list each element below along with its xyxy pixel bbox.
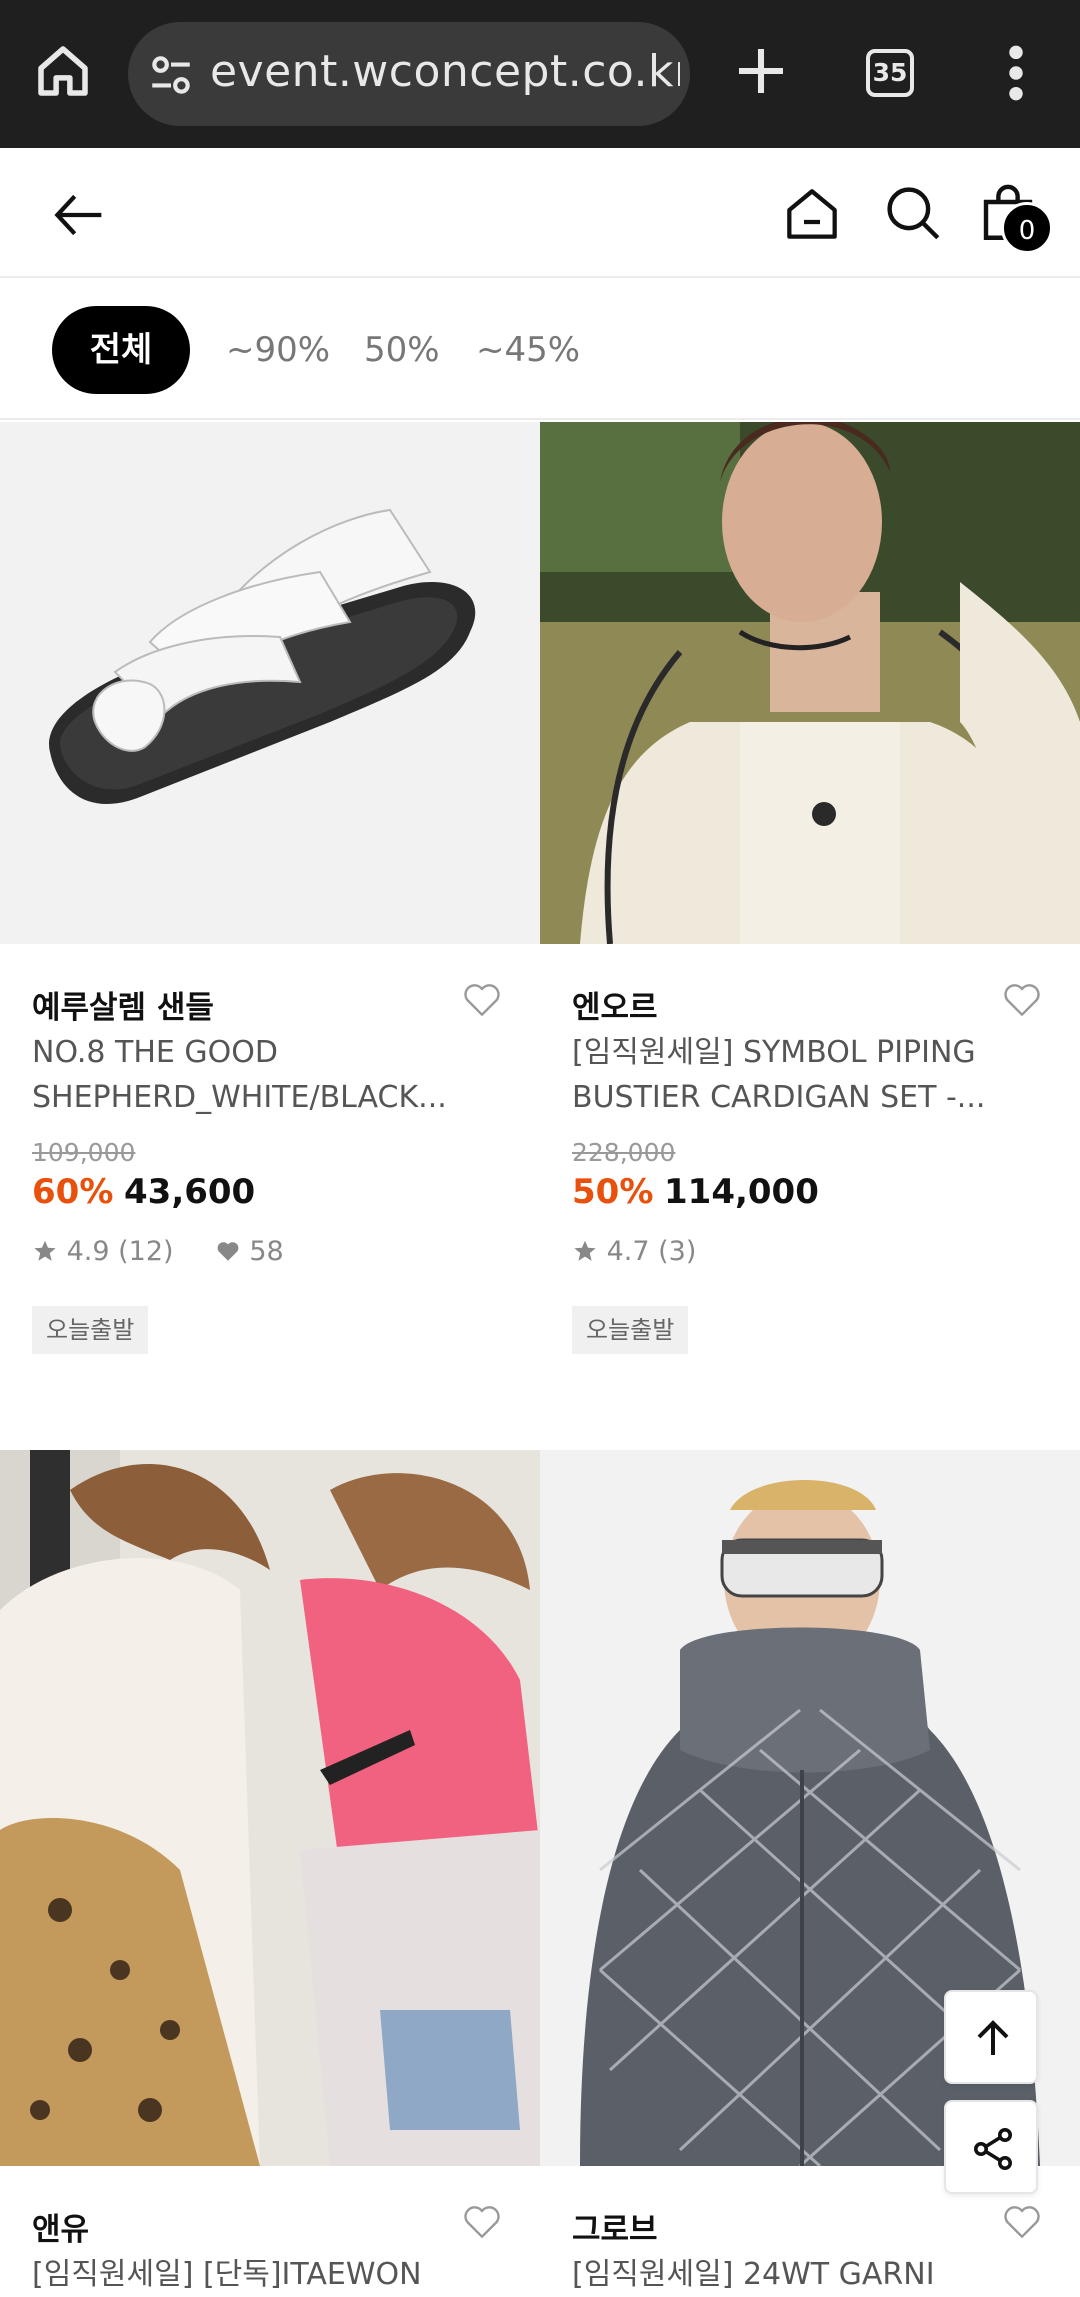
back-arrow-icon[interactable] <box>48 183 112 247</box>
product-name[interactable]: [임직원세일] SYMBOL PIPING BUSTIER CARDIGAN S… <box>572 1030 1042 1120</box>
browser-toolbar: event.wconcept.co.kr 35 <box>0 0 1080 148</box>
search-icon[interactable] <box>880 180 946 246</box>
discount-filter-bar: 전체 ~90% 50% ~45% <box>0 280 1080 420</box>
star-icon <box>574 1240 596 1261</box>
app-header: 0 <box>0 148 1080 278</box>
product-card[interactable]: 엔오르 [임직원세일] SYMBOL PIPING BUSTIER CARDIG… <box>540 422 1080 1422</box>
home-icon[interactable] <box>780 182 844 246</box>
scroll-to-top-button[interactable] <box>944 1990 1038 2084</box>
product-image[interactable] <box>0 422 540 944</box>
product-brand: 그로브 <box>572 2212 658 2248</box>
like-heart-icon <box>217 1242 239 1261</box>
share-icon <box>974 2128 1012 2170</box>
filter-chip-90[interactable]: ~90% <box>226 306 330 394</box>
arrow-up-icon <box>977 2020 1009 2055</box>
product-image[interactable] <box>0 1450 540 2166</box>
tab-switcher-button[interactable]: 35 <box>866 49 914 97</box>
wishlist-heart-icon[interactable] <box>1000 978 1044 1022</box>
wishlist-heart-icon[interactable] <box>1000 2200 1044 2244</box>
more-options-icon[interactable] <box>996 42 1036 104</box>
star-icon <box>34 1240 56 1261</box>
rating-text: 4.9 (12) <box>66 1236 174 1267</box>
filter-chip-45[interactable]: ~45% <box>476 306 580 394</box>
share-button[interactable] <box>944 2100 1038 2194</box>
sale-price: 114,000 <box>664 1172 819 1212</box>
discount-rate: 50% <box>572 1172 654 1212</box>
like-count: 58 <box>249 1236 284 1267</box>
wishlist-heart-icon[interactable] <box>460 2200 504 2244</box>
original-price: 109,000 <box>32 1138 136 1167</box>
site-settings-icon[interactable] <box>146 50 196 100</box>
product-name[interactable]: [임직원세일] [단독]ITAEWON <box>32 2252 502 2297</box>
sale-price: 43,600 <box>124 1172 256 1212</box>
product-card[interactable]: 예루살렘 샌들 NO.8 THE GOOD SHEPHERD_WHITE/BLA… <box>0 422 540 1422</box>
rating-summary: 4.7 (3) <box>572 1236 696 1267</box>
filter-chip-all[interactable]: 전체 <box>52 306 190 394</box>
product-brand: 예루살렘 샌들 <box>32 990 214 1026</box>
new-tab-icon[interactable] <box>728 38 794 104</box>
original-price: 228,000 <box>572 1138 676 1167</box>
product-card[interactable]: 앤유 [임직원세일] [단독]ITAEWON <box>0 1450 540 2292</box>
same-day-shipping-tag: 오늘출발 <box>32 1306 149 1354</box>
product-image[interactable] <box>540 422 1080 944</box>
product-name[interactable]: NO.8 THE GOOD SHEPHERD_WHITE/BLACK... <box>32 1030 502 1120</box>
cart-count-badge: 0 <box>1001 202 1053 254</box>
home-icon[interactable] <box>30 38 96 104</box>
product-name[interactable]: [임직원세일] 24WT GARNI <box>572 2252 1042 2297</box>
url-bar[interactable]: event.wconcept.co.kr <box>128 22 690 126</box>
url-text[interactable]: event.wconcept.co.kr <box>210 46 680 97</box>
wishlist-heart-icon[interactable] <box>460 978 504 1022</box>
rating-text: 4.7 (3) <box>606 1236 697 1267</box>
product-brand: 엔오르 <box>572 990 658 1026</box>
discount-rate: 60% <box>32 1172 114 1212</box>
rating-summary: 4.9 (12) 58 <box>32 1236 284 1267</box>
product-brand: 앤유 <box>32 2212 90 2248</box>
filter-chip-50[interactable]: 50% <box>364 306 440 394</box>
same-day-shipping-tag: 오늘출발 <box>572 1306 689 1354</box>
